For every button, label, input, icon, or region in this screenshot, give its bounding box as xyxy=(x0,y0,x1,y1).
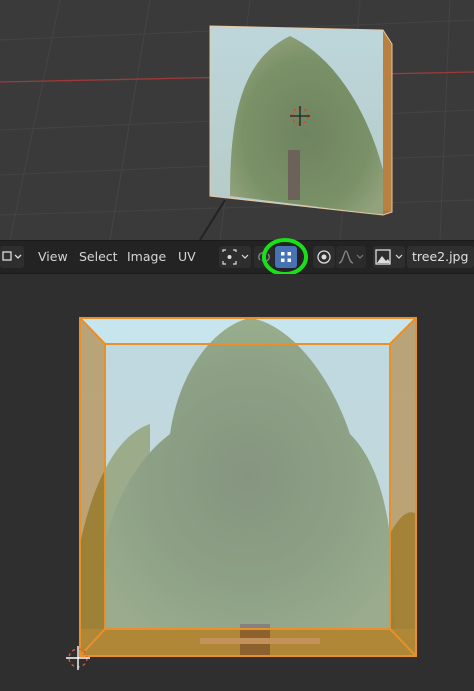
uv-editor-icon xyxy=(2,251,22,261)
falloff-dropdown[interactable] xyxy=(336,246,366,268)
uv-editor-area[interactable] xyxy=(0,274,474,691)
uv-editor-canvas xyxy=(66,317,417,670)
menu-uv[interactable]: UV xyxy=(178,247,196,267)
pivot-point-dropdown[interactable] xyxy=(219,246,251,268)
proportional-editing-toggle[interactable] xyxy=(313,246,335,268)
image-browse-button[interactable] xyxy=(373,246,405,268)
menu-select[interactable]: Select xyxy=(79,247,118,267)
proportional-editing-icon xyxy=(317,250,331,264)
image-browse-icon xyxy=(375,249,403,265)
menu-image[interactable]: Image xyxy=(127,247,166,267)
3d-viewport[interactable] xyxy=(0,0,474,240)
plane-object[interactable] xyxy=(209,25,393,216)
uv-editor-header: View Select Image UV tree2.jpg xyxy=(0,238,474,276)
highlight-circle xyxy=(262,238,308,276)
menu-view[interactable]: View xyxy=(38,247,68,267)
pivot-point-icon xyxy=(222,249,249,265)
falloff-curve-icon xyxy=(338,250,364,264)
editor-type-button[interactable] xyxy=(0,246,24,268)
image-name: tree2.jpg xyxy=(412,249,469,264)
viewport-scene xyxy=(0,0,474,240)
uv-mesh[interactable] xyxy=(79,317,417,657)
image-name-field[interactable]: tree2.jpg xyxy=(407,246,474,268)
